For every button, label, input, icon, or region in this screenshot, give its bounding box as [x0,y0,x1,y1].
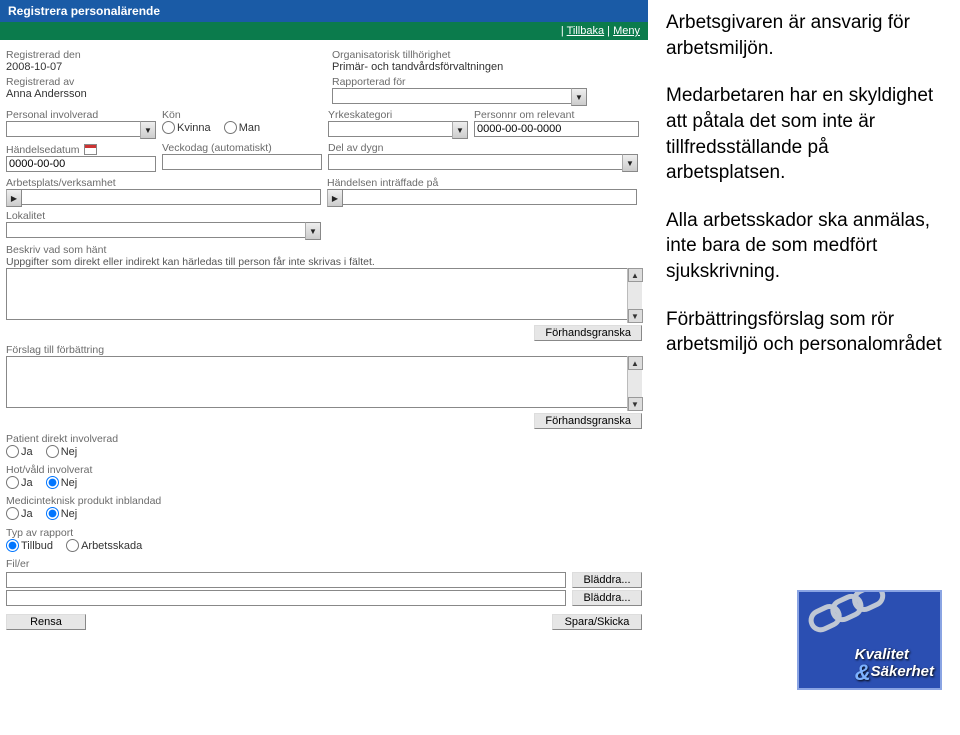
time-of-day-label: Del av dygn [328,142,642,154]
registered-date-label: Registrerad den [6,49,326,61]
locality-input[interactable] [6,222,321,238]
scroll-up-icon[interactable]: ▲ [628,268,643,282]
event-location-input[interactable] [327,189,637,205]
scroll-down-icon[interactable]: ▼ [628,397,643,411]
registered-date-value: 2008-10-07 [6,61,326,73]
back-link[interactable]: Tillbaka [567,25,605,37]
dropdown-icon[interactable]: ▼ [571,88,587,106]
event-date-label: Händelsedatum [6,142,156,156]
arrow-right-icon[interactable]: ▶ [327,189,343,207]
describe-hint: Uppgifter som direkt eller indirekt kan … [6,256,375,268]
reported-for-input[interactable] [332,88,587,104]
side-paragraph-1: Arbetsgivaren är ansvarig för arbetsmilj… [666,10,942,61]
patient-ja[interactable]: Ja [6,445,33,458]
dropdown-icon[interactable]: ▼ [140,121,156,139]
preview-describe-button[interactable]: Förhandsgranska [534,325,642,341]
gender-label: Kön [162,109,322,121]
suggestion-title: Förslag till förbättring [6,344,642,356]
org-label: Organisatorisk tillhörighet [332,49,642,61]
scrollbar[interactable]: ▲ ▼ [627,356,642,411]
registered-by-label: Registrerad av [6,76,326,88]
medtech-label: Medicinteknisk produkt inblandad [6,495,642,507]
preview-suggestion-button[interactable]: Förhandsgranska [534,413,642,429]
side-paragraph-2: Medarbetaren har en skyldighet att påtal… [666,83,942,186]
report-arbetsskada[interactable]: Arbetsskada [66,539,142,552]
file-input-1[interactable] [6,572,566,588]
scroll-down-icon[interactable]: ▼ [628,309,643,323]
scrollbar[interactable]: ▲ ▼ [627,268,642,323]
dropdown-icon[interactable]: ▼ [452,121,468,139]
chain-icon [805,590,882,639]
side-paragraph-4: Förbättringsförslag som rör arbetsmiljö … [666,307,942,358]
file-input-2[interactable] [6,590,566,606]
locality-label: Lokalitet [6,210,642,222]
weekday-input[interactable] [162,154,322,170]
time-of-day-input[interactable] [328,154,638,170]
medtech-ja[interactable]: Ja [6,507,33,520]
workplace-label: Arbetsplats/verksamhet [6,177,321,189]
patient-nej[interactable]: Nej [46,445,78,458]
gender-kvinna[interactable]: Kvinna [162,121,211,134]
browse-button-1[interactable]: Bläddra... [572,572,642,588]
reported-for-label: Rapporterad för [332,76,642,88]
report-tillbud[interactable]: Tillbud [6,539,53,552]
patient-label: Patient direkt involverad [6,433,642,445]
weekday-label: Veckodag (automatiskt) [162,142,322,154]
personal-involved-label: Personal involverad [6,109,156,121]
gender-man[interactable]: Man [224,121,260,134]
personnr-label: Personnr om relevant [474,109,642,121]
org-value: Primär- och tandvårdsförvaltningen [332,61,642,73]
job-category-input[interactable] [328,121,468,137]
ampersand-icon: & [855,660,871,685]
clear-button[interactable]: Rensa [6,614,86,630]
sep: | [561,25,564,37]
browse-button-2[interactable]: Bläddra... [572,590,642,606]
arrow-right-icon[interactable]: ▶ [6,189,22,207]
scroll-up-icon[interactable]: ▲ [628,356,643,370]
suggestion-textarea[interactable] [6,356,642,408]
workplace-input[interactable] [6,189,321,205]
sep: | [607,25,610,37]
event-date-input[interactable] [6,156,156,172]
event-location-label: Händelsen inträffade på [327,177,642,189]
dropdown-icon[interactable]: ▼ [622,154,638,172]
job-category-label: Yrkeskategori [328,109,468,121]
personnr-input[interactable] [474,121,639,137]
medtech-nej[interactable]: Nej [46,507,78,520]
top-nav: | Tillbaka | Meny [0,22,648,40]
threat-nej[interactable]: Nej [46,476,78,489]
brand-line2: Säkerhet [871,663,934,680]
calendar-icon[interactable] [84,144,97,155]
files-label: Fil/er [6,558,642,570]
dropdown-icon[interactable]: ▼ [305,222,321,240]
side-paragraph-3: Alla arbetsskador ska anmälas, inte bara… [666,208,942,285]
personal-involved-input[interactable] [6,121,156,137]
window-title: Registrera personalärende [0,0,648,22]
brand-image: Kvalitet &Säkerhet [797,590,942,690]
save-button[interactable]: Spara/Skicka [552,614,642,630]
describe-title: Beskriv vad som hänt [6,244,642,256]
threat-label: Hot/våld involverat [6,464,642,476]
menu-link[interactable]: Meny [613,25,640,37]
registered-by-value: Anna Andersson [6,88,326,100]
report-type-label: Typ av rapport [6,527,642,539]
threat-ja[interactable]: Ja [6,476,33,489]
describe-textarea[interactable] [6,268,642,320]
